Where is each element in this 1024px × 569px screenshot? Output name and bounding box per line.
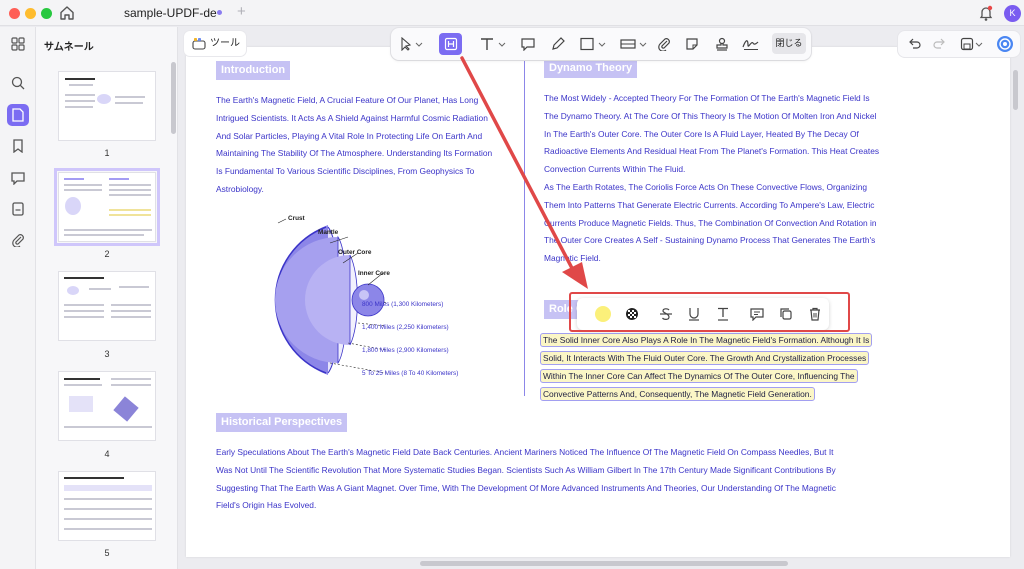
introduction-paragraph[interactable]: The Earth's Magnetic Field, A Crucial Fe…: [216, 92, 516, 199]
thumbnail-page-number: 2: [104, 249, 110, 259]
redo-icon[interactable]: [932, 37, 946, 51]
close-annotation-button[interactable]: 閉じる: [772, 33, 806, 54]
page-icon: [12, 108, 24, 122]
comments-button[interactable]: [7, 167, 29, 189]
bookmark-icon: [13, 139, 23, 153]
thumbnail-page-number: 1: [104, 148, 110, 158]
zoom-window-button[interactable]: [41, 8, 52, 19]
historical-paragraph[interactable]: Early Speculations About The Earth's Mag…: [216, 444, 976, 515]
attach-file-button[interactable]: [653, 33, 675, 55]
avatar[interactable]: K: [1004, 5, 1021, 22]
comment-icon: [11, 172, 25, 185]
dynamo-paragraph[interactable]: The Most Widely - Accepted Theory For Th…: [544, 90, 894, 268]
thumbnail-panel-title: サムネール: [44, 42, 94, 53]
horizontal-scrollbar[interactable]: [420, 561, 788, 566]
document-tab[interactable]: sample-UPDF-de: [106, 0, 232, 26]
column-divider: [524, 60, 525, 396]
highlighted-text-line[interactable]: Convective Patterns And, Consequently, T…: [540, 387, 815, 401]
stamp-icon: [716, 37, 728, 51]
pencil-tool-button[interactable]: [547, 33, 569, 55]
annotation-toolbar: 閉じる: [391, 28, 811, 60]
diagram-label-outer-core: Outer Core: [338, 249, 372, 256]
ai-assistant-icon[interactable]: [996, 35, 1014, 53]
signature-icon: [742, 40, 759, 50]
popup-highlight-frame: [569, 292, 850, 332]
paperclip-icon: [12, 234, 24, 247]
close-window-button[interactable]: [9, 8, 20, 19]
thumbnail-page-3[interactable]: [58, 271, 156, 341]
save-icon[interactable]: [960, 37, 984, 51]
undo-icon[interactable]: [908, 37, 922, 51]
left-icon-rail: [0, 27, 36, 569]
highlighted-text-line[interactable]: Within The Inner Core Can Affect The Dyn…: [540, 369, 858, 383]
diagram-label-crust: Crust: [288, 215, 305, 222]
stamp-area-tool-button[interactable]: [617, 33, 651, 55]
paperclip-icon: [658, 38, 670, 51]
shape-tool-button[interactable]: [577, 33, 611, 55]
new-tab-button[interactable]: +: [237, 3, 246, 20]
sticker-tool-button[interactable]: [681, 33, 703, 55]
text-icon: [481, 38, 506, 50]
introduction-heading: Introduction: [216, 61, 291, 80]
thumbnail-page-number: 5: [104, 548, 110, 558]
grid-view-button[interactable]: [7, 33, 29, 55]
sticker-icon: [686, 38, 698, 50]
cursor-icon: [401, 37, 423, 51]
diagram-distance-outer-core: 1,400 Miles (2,250 Kilometers): [362, 324, 449, 331]
thumbnail-page-number: 4: [104, 449, 110, 459]
comment-tool-button[interactable]: [517, 33, 539, 55]
bell-icon[interactable]: [978, 4, 994, 22]
thumbnail-page-5[interactable]: [58, 471, 156, 541]
select-tool-button[interactable]: [395, 33, 427, 55]
home-icon[interactable]: [58, 4, 76, 22]
earth-layers-diagram: [274, 218, 389, 375]
minimize-window-button[interactable]: [25, 8, 36, 19]
diagram-distance-inner-core: 800 Miles (1,300 Kilometers): [362, 301, 444, 308]
document-list-icon: [12, 202, 24, 216]
search-icon: [11, 76, 25, 90]
pencil-icon: [552, 37, 565, 50]
grid-icon: [11, 37, 25, 51]
toolbox-icon: [192, 38, 206, 50]
thumbnail-page-4[interactable]: [58, 371, 156, 441]
attachments-button[interactable]: [7, 229, 29, 251]
title-bar: sample-UPDF-de + K: [0, 0, 1024, 26]
diagram-distance-crust: 5 To 25 Miles (8 To 40 Kilometers): [362, 370, 459, 377]
diagram-distance-mantle: 1,800 Miles (2,900 Kilometers): [362, 347, 449, 354]
area-icon: [620, 39, 647, 49]
thumbnails-button[interactable]: [7, 104, 29, 126]
vertical-scrollbar[interactable]: [1013, 70, 1018, 110]
bookmarks-button[interactable]: [7, 135, 29, 157]
thumbnail-page-1[interactable]: [58, 71, 156, 141]
thumbnail-panel: サムネール 1 2 3 4 5: [36, 27, 178, 569]
unsaved-dot-icon: [217, 10, 222, 15]
highlighter-icon: [444, 37, 457, 51]
thumbnail-page-number: 3: [104, 349, 110, 359]
highlight-tool-button[interactable]: [439, 33, 462, 55]
diagram-label-inner-core: Inner Core: [358, 270, 390, 277]
search-button[interactable]: [7, 72, 29, 94]
highlighted-text-line[interactable]: Solid, It Interacts With The Fluid Outer…: [540, 351, 870, 365]
diagram-label-mantle: Mantle: [318, 229, 339, 236]
stamp-tool-button[interactable]: [711, 33, 733, 55]
thumbnail-scrollbar[interactable]: [171, 62, 176, 134]
highlighted-text-line[interactable]: The Solid Inner Core Also Plays A Role I…: [540, 333, 873, 347]
rectangle-icon: [580, 37, 606, 51]
comment-bubble-icon: [521, 38, 535, 51]
text-tool-button[interactable]: [475, 33, 511, 55]
history-toolbar: [898, 31, 1020, 57]
attachments-list-button[interactable]: [7, 198, 29, 220]
signature-tool-button[interactable]: [739, 33, 763, 55]
dynamo-heading: Dynamo Theory: [544, 59, 638, 78]
historical-heading: Historical Perspectives: [216, 413, 348, 432]
thumbnail-page-2[interactable]: [54, 168, 160, 246]
